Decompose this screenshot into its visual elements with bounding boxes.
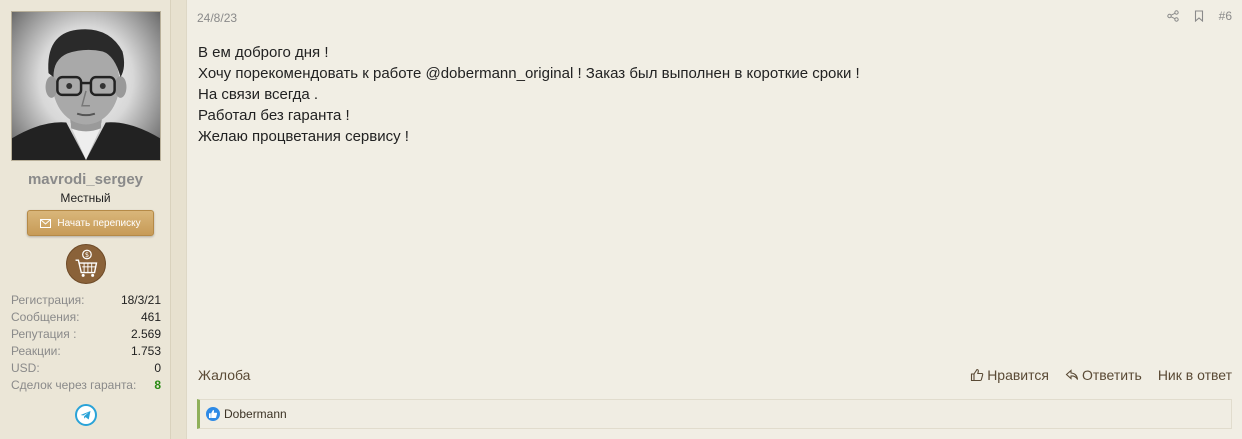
- start-conversation-button[interactable]: Начать переписку: [27, 210, 154, 236]
- envelope-icon: [40, 218, 52, 228]
- user-avatar[interactable]: [11, 11, 161, 161]
- post-line: Работал без гаранта !: [198, 107, 350, 124]
- stat-label: Регистрация:: [11, 293, 85, 307]
- stat-value: 1.753: [130, 344, 161, 358]
- stat-label: Сообщения:: [11, 310, 80, 324]
- stat-reputation: Репутация : 2.569: [11, 326, 161, 343]
- stat-value: 0: [154, 361, 161, 375]
- like-button[interactable]: Нравится: [970, 367, 1049, 383]
- reply-button[interactable]: Ответить: [1065, 367, 1142, 383]
- post-tools: #6: [1166, 9, 1232, 23]
- shopping-cart-badge-icon: $: [66, 244, 106, 284]
- reactions-bar: Dobermann: [197, 399, 1232, 429]
- stat-value: 8: [154, 378, 161, 392]
- svg-text:$: $: [85, 251, 89, 259]
- post-footer: Жалоба Нравится Ответить Ник в ответ: [198, 366, 1232, 384]
- stat-label: USD:: [11, 361, 40, 375]
- stat-escrow-deals: Сделок через гаранта: 8: [11, 377, 161, 394]
- nick-reply-button[interactable]: Ник в ответ: [1158, 367, 1232, 383]
- user-stats: Регистрация: 18/3/21 Сообщения: 461 Репу…: [11, 292, 161, 394]
- stat-reactions: Реакции: 1.753: [11, 343, 161, 360]
- stat-value[interactable]: 461: [141, 309, 161, 326]
- post-content: В ем доброго дня ! Хочу порекомендовать …: [198, 42, 860, 147]
- stat-registration: Регистрация: 18/3/21: [11, 292, 161, 309]
- start-conversation-label: Начать переписку: [57, 217, 141, 229]
- reply-label: Ответить: [1081, 367, 1142, 383]
- post-actions: Нравится Ответить Ник в ответ: [970, 367, 1232, 383]
- nick-reply-label: Ник в ответ: [1157, 367, 1232, 383]
- bookmark-icon[interactable]: [1193, 10, 1205, 22]
- telegram-icon[interactable]: [75, 404, 97, 426]
- reaction-users[interactable]: Dobermann: [224, 407, 287, 421]
- share-icon[interactable]: [1166, 10, 1179, 22]
- post-body: 24/8/23 #6 В ем доброго дня ! Хочу порек…: [186, 0, 1242, 439]
- user-title: Местный: [60, 191, 111, 205]
- post-line: Желаю процветания сервису !: [198, 128, 409, 145]
- thumbs-up-icon: [971, 368, 984, 382]
- stat-messages: Сообщения: 461: [11, 309, 161, 326]
- post-line: В ем доброго дня !: [198, 44, 329, 61]
- stat-value: 18/3/21: [120, 293, 161, 307]
- post-line: Хочу порекомендовать к работе @dobermann…: [198, 65, 860, 82]
- reply-icon: [1065, 369, 1079, 380]
- stat-label: Репутация :: [11, 327, 77, 341]
- stat-label: Реакции:: [11, 344, 61, 358]
- post-line: На связи всегда .: [198, 86, 319, 103]
- like-reaction-icon: [206, 407, 220, 421]
- like-label: Нравится: [987, 367, 1049, 383]
- stat-usd: USD: 0: [11, 360, 161, 377]
- avatar-photo-icon: [12, 29, 160, 160]
- stat-value: 2.569: [130, 327, 161, 341]
- username[interactable]: mavrodi_sergey: [0, 171, 171, 188]
- user-panel: mavrodi_sergey Местный Начать переписку …: [0, 0, 171, 439]
- forum-post-page: mavrodi_sergey Местный Начать переписку …: [0, 0, 1242, 439]
- report-link[interactable]: Жалоба: [198, 367, 250, 383]
- post-number[interactable]: #6: [1219, 9, 1232, 23]
- stat-label: Сделок через гаранта:: [11, 378, 137, 392]
- post-date[interactable]: 24/8/23: [197, 11, 237, 25]
